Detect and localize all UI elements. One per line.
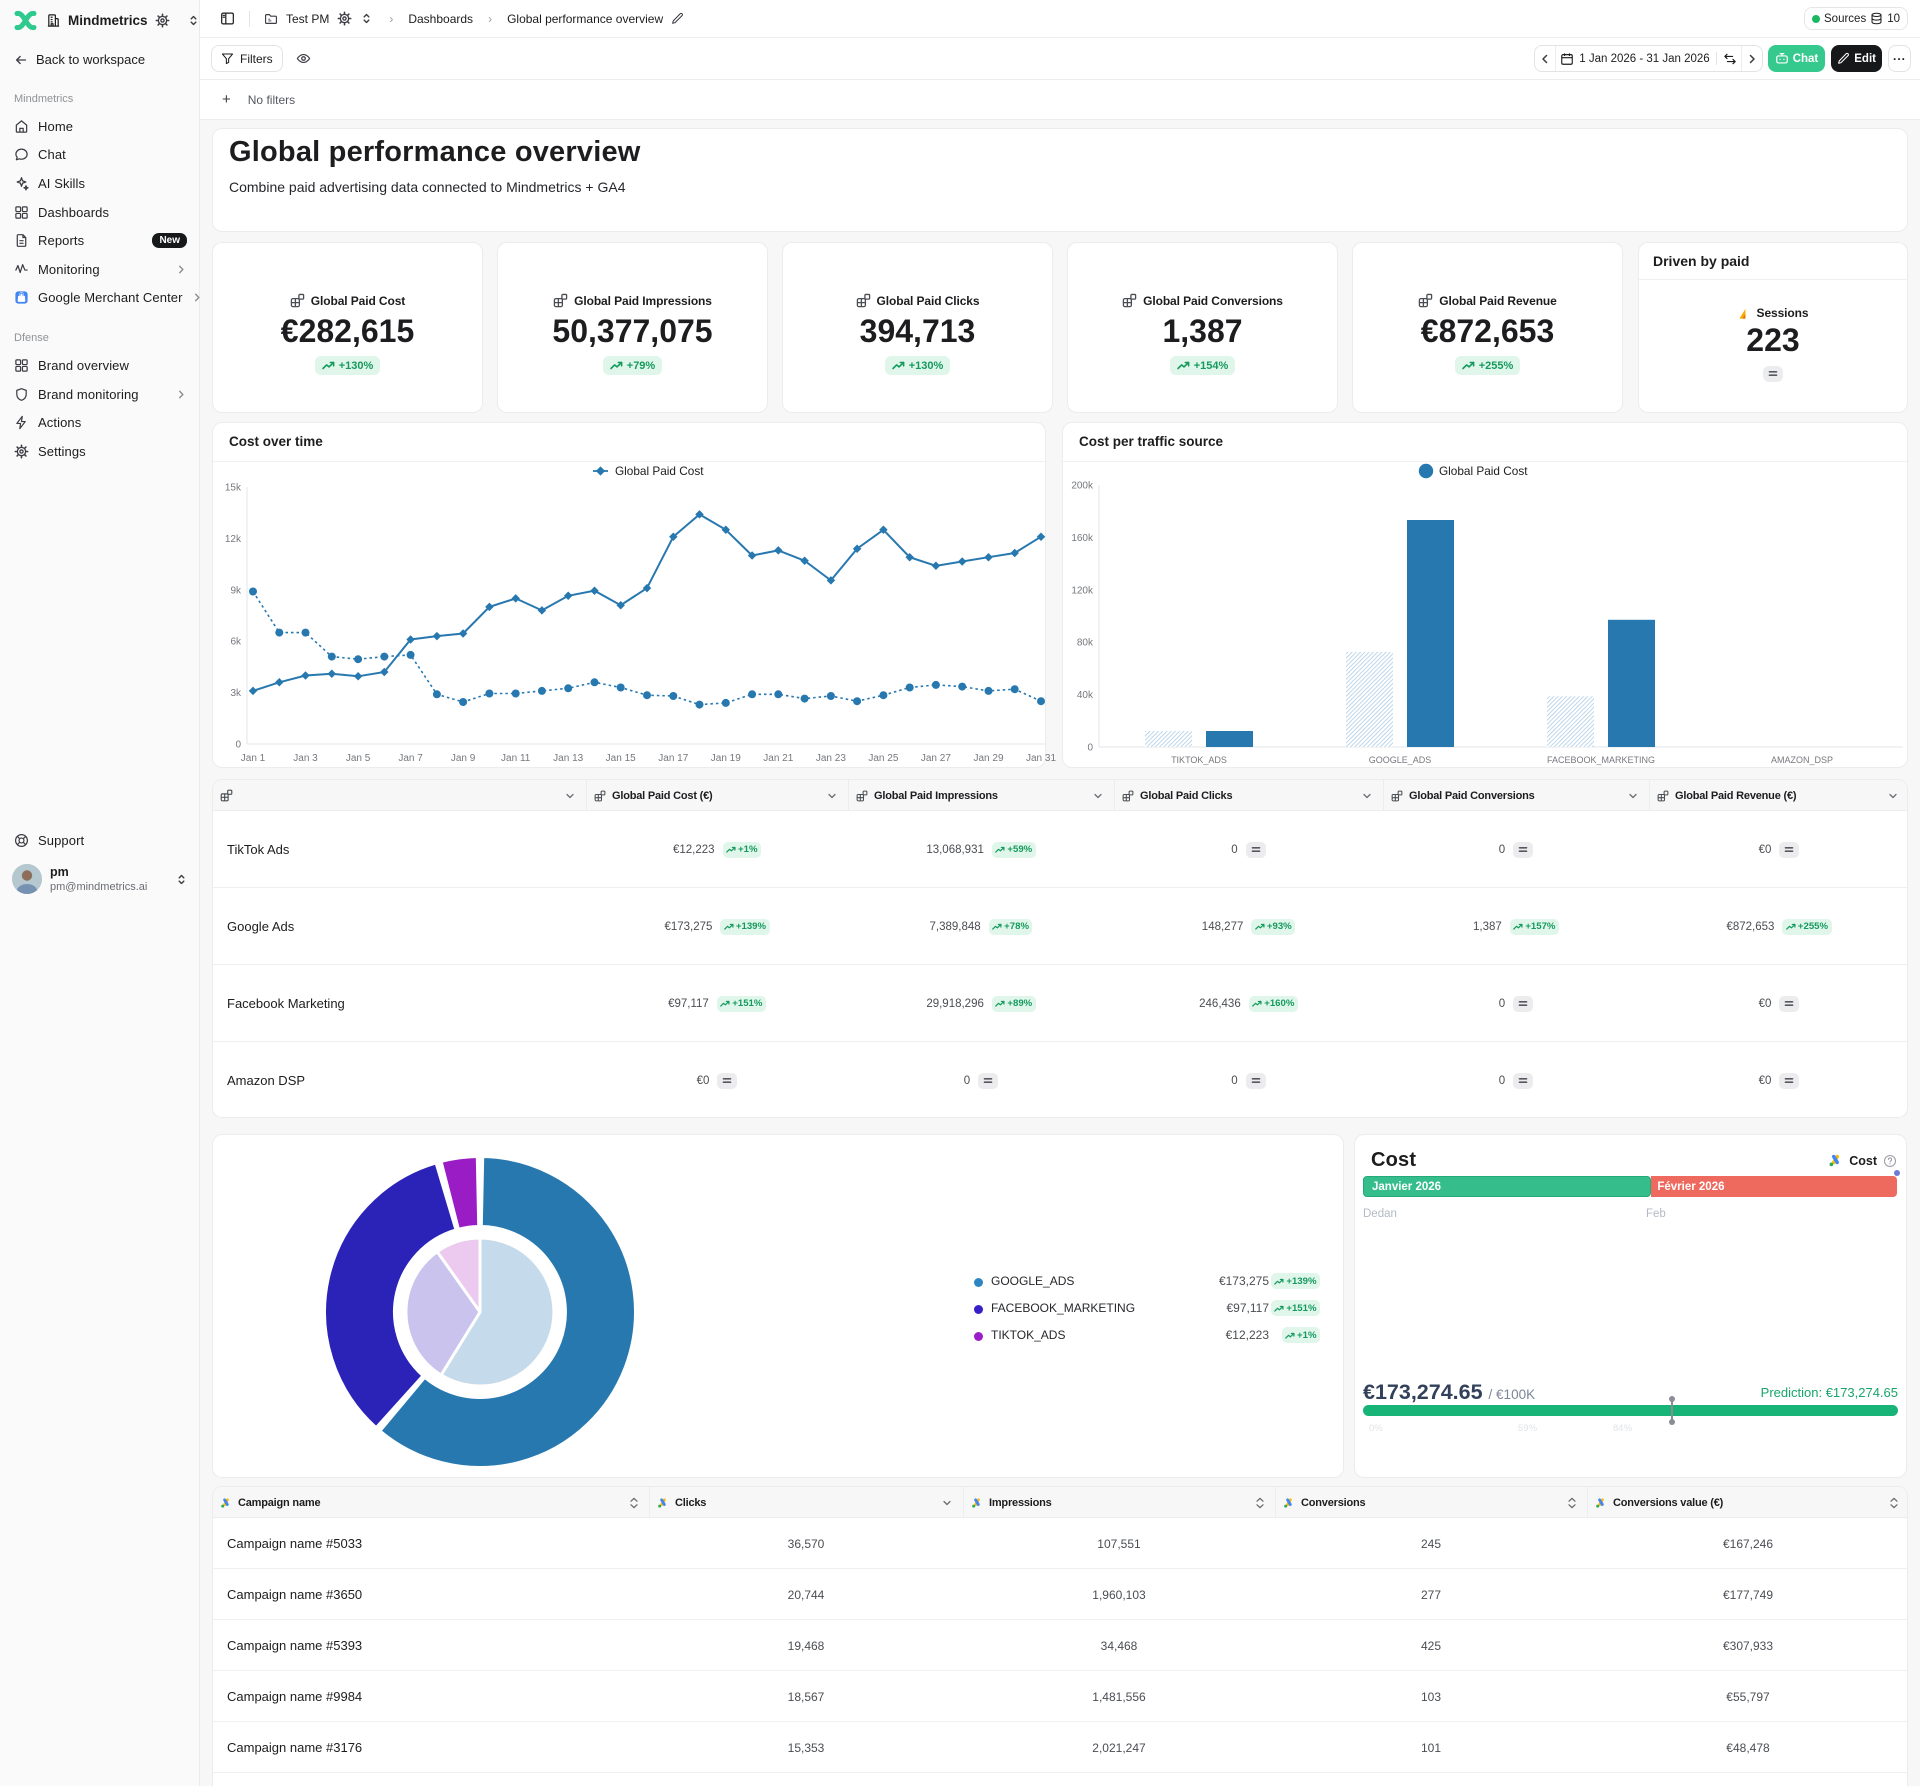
svg-text:40k: 40k	[1077, 690, 1094, 701]
svg-text:15k: 15k	[225, 483, 242, 494]
svg-text:FACEBOOK_MARKETING: FACEBOOK_MARKETING	[1547, 755, 1655, 765]
svg-text:0: 0	[1087, 743, 1093, 754]
svg-text:Jan 17: Jan 17	[658, 753, 688, 764]
svg-text:Global Paid Cost: Global Paid Cost	[1439, 464, 1528, 478]
svg-text:0: 0	[235, 740, 241, 751]
svg-text:Jan 1: Jan 1	[241, 753, 266, 764]
svg-text:Jan 19: Jan 19	[711, 753, 741, 764]
svg-text:Jan 5: Jan 5	[346, 753, 371, 764]
svg-text:Jan 21: Jan 21	[763, 753, 793, 764]
svg-text:6k: 6k	[230, 637, 242, 648]
svg-text:80k: 80k	[1077, 638, 1094, 649]
svg-text:Jan 9: Jan 9	[451, 753, 476, 764]
svg-text:Jan 7: Jan 7	[398, 753, 423, 764]
svg-text:TIKTOK_ADS: TIKTOK_ADS	[1171, 755, 1227, 765]
svg-text:200k: 200k	[1071, 481, 1094, 492]
svg-text:AMAZON_DSP: AMAZON_DSP	[1771, 755, 1833, 765]
svg-text:GOOGLE_ADS: GOOGLE_ADS	[1369, 755, 1432, 765]
svg-text:Jan 27: Jan 27	[921, 753, 951, 764]
svg-text:Jan 15: Jan 15	[606, 753, 636, 764]
svg-text:3k: 3k	[230, 688, 242, 699]
svg-text:160k: 160k	[1071, 533, 1094, 544]
svg-text:12k: 12k	[225, 534, 242, 545]
svg-text:Jan 25: Jan 25	[868, 753, 898, 764]
svg-text:Jan 13: Jan 13	[553, 753, 583, 764]
svg-text:Jan 23: Jan 23	[816, 753, 846, 764]
svg-text:Jan 29: Jan 29	[973, 753, 1003, 764]
svg-text:Jan 3: Jan 3	[293, 753, 318, 764]
svg-text:Global Paid Cost: Global Paid Cost	[615, 464, 704, 478]
svg-text:Jan 31: Jan 31	[1026, 753, 1056, 764]
svg-text:120k: 120k	[1071, 585, 1094, 596]
svg-text:Jan 11: Jan 11	[501, 753, 531, 764]
svg-text:9k: 9k	[230, 585, 242, 596]
